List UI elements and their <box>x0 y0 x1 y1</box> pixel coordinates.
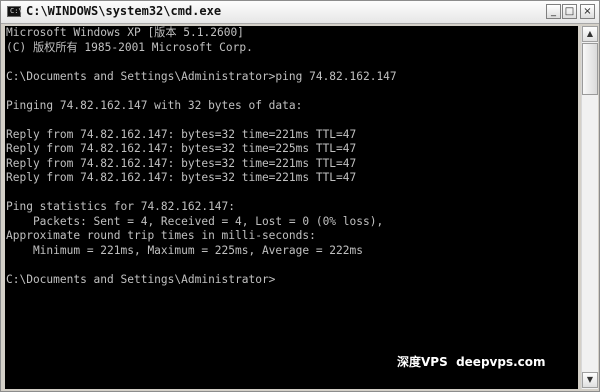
console-output[interactable]: Microsoft Windows XP [版本 5.1.2600] (C) 版权… <box>5 26 578 389</box>
console-line: Microsoft Windows XP [版本 5.1.2600] <box>6 26 244 39</box>
scroll-up-button[interactable]: ▲ <box>582 26 598 42</box>
vertical-scrollbar[interactable]: ▲ ▼ <box>581 26 598 389</box>
console-line: Ping statistics for 74.82.162.147: <box>6 200 236 213</box>
scroll-down-button[interactable]: ▼ <box>582 372 598 388</box>
maximize-button[interactable]: □ <box>562 4 577 19</box>
console-line: Reply from 74.82.162.147: bytes=32 time=… <box>6 156 357 170</box>
console-line: C:\Documents and Settings\Administrator>… <box>6 69 397 83</box>
cmd-window: C:\ C:\WINDOWS\system32\cmd.exe _ □ × Mi… <box>0 0 600 392</box>
scroll-thumb[interactable] <box>582 43 598 95</box>
console-line: (C) 版权所有 1985-2001 Microsoft Corp. <box>6 40 253 54</box>
console-line: Pinging 74.82.162.147 with 32 bytes of d… <box>6 98 303 112</box>
title-bar[interactable]: C:\ C:\WINDOWS\system32\cmd.exe _ □ × <box>1 1 599 24</box>
minimize-button[interactable]: _ <box>546 4 561 19</box>
console-line: Reply from 74.82.162.147: bytes=32 time=… <box>6 127 357 141</box>
console-prompt: C:\Documents and Settings\Administrator> <box>6 272 276 286</box>
console-line: Reply from 74.82.162.147: bytes=32 time=… <box>6 142 357 155</box>
close-button[interactable]: × <box>580 4 595 19</box>
watermark-text: 深度VPS deepvps.com <box>397 355 546 369</box>
console-line: Packets: Sent = 4, Received = 4, Lost = … <box>6 214 384 228</box>
console-line: Reply from 74.82.162.147: bytes=32 time=… <box>6 171 357 184</box>
console-line: Approximate round trip times in milli-se… <box>6 229 316 242</box>
cmd-icon[interactable]: C:\ <box>7 6 23 17</box>
window-title: C:\WINDOWS\system32\cmd.exe <box>26 4 222 18</box>
console-line: Minimum = 221ms, Maximum = 225ms, Averag… <box>6 243 363 257</box>
